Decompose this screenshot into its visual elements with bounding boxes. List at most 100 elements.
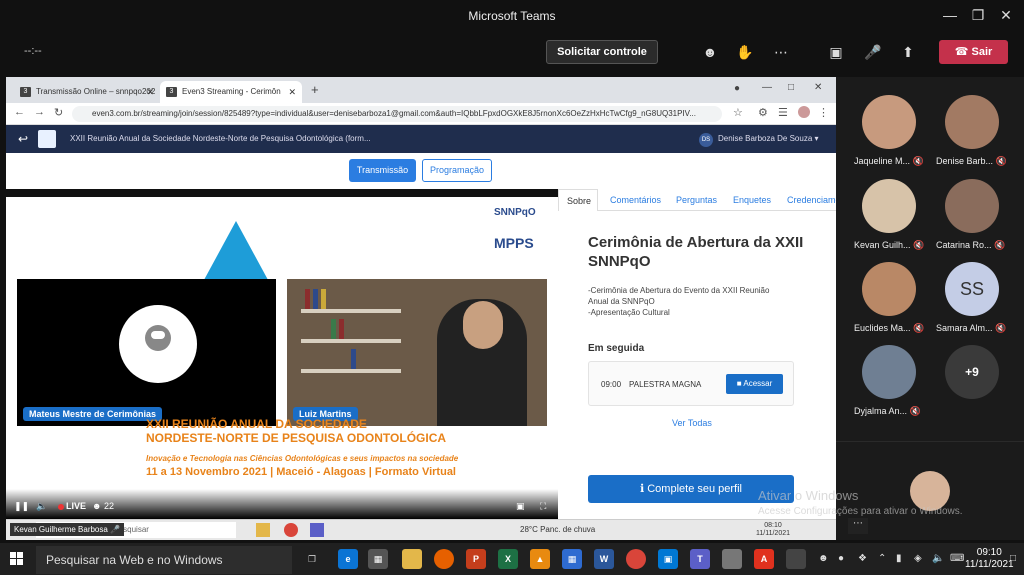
reading-list-icon[interactable]: ☰ xyxy=(778,106,788,119)
maximize-icon[interactable]: ❐ xyxy=(968,6,988,24)
share-screen-icon[interactable]: ⬆ xyxy=(897,41,919,63)
volume-icon[interactable]: 🔈 xyxy=(932,553,944,564)
taskbar-clock[interactable]: 09:10 11/11/2021 xyxy=(965,547,1014,571)
language-icon[interactable]: ⌨ xyxy=(950,553,964,564)
record-icon[interactable]: ● xyxy=(734,83,740,94)
next-heading: Em seguida xyxy=(588,343,645,354)
chrome-icon xyxy=(284,523,298,537)
back-icon[interactable]: ← xyxy=(14,106,25,118)
close-icon[interactable]: ✕ xyxy=(996,6,1016,24)
acrobat-icon[interactable]: A xyxy=(754,549,774,569)
self-options-icon[interactable]: ⋯ xyxy=(848,518,868,534)
tab-comments[interactable]: Comentários xyxy=(610,195,661,205)
participant-name-text: Kevan Guilh... xyxy=(854,240,911,250)
participant-name: Dyjalma An... 🔇 xyxy=(854,406,921,416)
see-all-link[interactable]: Ver Todas xyxy=(672,418,712,428)
tab-questions[interactable]: Perguntas xyxy=(676,195,717,205)
activation-watermark-sub: Acesse Configurações para ativar o Windo… xyxy=(758,506,963,517)
bluetooth-icon[interactable]: ❖ xyxy=(858,553,867,564)
video-player[interactable]: SNNPqO MPPS Mateus Mestre de Cerimônias … xyxy=(6,189,558,519)
vlc-icon[interactable]: ▲ xyxy=(530,549,550,569)
participant-avatar[interactable] xyxy=(945,179,999,233)
tab-accreditation[interactable]: Credenciamento xyxy=(787,195,836,205)
calculator-icon[interactable]: ▦ xyxy=(562,549,582,569)
browser-menu-icon[interactable]: ⋮ xyxy=(818,106,829,119)
desc-line: -Cerimônia de Abertura do Evento da XXII… xyxy=(588,286,770,295)
close-icon[interactable]: ✕ xyxy=(814,82,822,93)
taskbar-date: 11/11/2021 xyxy=(965,559,1014,570)
more-participants-button[interactable]: +9 xyxy=(945,345,999,399)
tab-label: Even3 Streaming - Cerimôn xyxy=(182,87,281,96)
minimize-icon[interactable]: — xyxy=(940,6,960,24)
back-arrow-icon[interactable]: ↩ xyxy=(18,132,28,146)
url-field[interactable]: even3.com.br/streaming/join/session/8254… xyxy=(72,106,722,122)
participant-avatar[interactable] xyxy=(945,95,999,149)
bookmark-star-icon[interactable]: ☆ xyxy=(733,106,743,119)
taskbar-search[interactable]: Pesquisar na Web e no Windows xyxy=(36,546,292,574)
participants-icon[interactable]: ☻ xyxy=(699,41,721,63)
app-icon[interactable] xyxy=(786,549,806,569)
tab-divider xyxy=(598,210,836,211)
pause-icon[interactable]: ❚❚ xyxy=(14,501,29,512)
minimize-icon[interactable]: — xyxy=(762,82,772,93)
participant-avatar[interactable] xyxy=(862,95,916,149)
photos-icon[interactable]: ▣ xyxy=(658,549,678,569)
forward-icon[interactable]: → xyxy=(34,106,45,118)
tab-about[interactable]: Sobre xyxy=(558,189,598,211)
user-name[interactable]: Denise Barboza De Souza ▾ xyxy=(700,134,819,143)
chrome-icon[interactable] xyxy=(626,549,646,569)
access-button[interactable]: ■ Acessar xyxy=(726,374,783,394)
participant-name-text: Denise Barb... xyxy=(936,156,994,166)
teams-icon[interactable]: T xyxy=(690,549,710,569)
battery-icon[interactable]: ▮ xyxy=(896,553,902,564)
program-tab-button[interactable]: Programação xyxy=(422,159,492,182)
store-icon[interactable]: ▦ xyxy=(368,549,388,569)
transmission-tab-button[interactable]: Transmissão xyxy=(349,159,416,182)
fullscreen-icon[interactable]: ⛶ xyxy=(540,501,546,512)
firefox-icon[interactable] xyxy=(434,549,454,569)
picture-in-picture-icon[interactable]: ▣ xyxy=(516,501,525,512)
video-top-border xyxy=(6,189,558,197)
participant-name: Catarina Ro... 🔇 xyxy=(936,240,1006,250)
close-tab-icon[interactable]: ✕ xyxy=(146,81,154,103)
tray-icon[interactable]: ● xyxy=(838,553,844,564)
extensions-icon[interactable]: ⚙ xyxy=(758,106,768,119)
windows-start-icon[interactable] xyxy=(10,552,24,566)
participant-avatar[interactable] xyxy=(862,262,916,316)
access-label: Acessar xyxy=(743,379,773,388)
participant-name: Samara Alm... 🔇 xyxy=(936,323,1007,333)
explorer-icon[interactable] xyxy=(402,549,422,569)
mic-off-icon[interactable]: 🎤 xyxy=(862,41,884,63)
new-tab-icon[interactable]: + xyxy=(311,82,319,97)
maximize-icon[interactable]: □ xyxy=(788,82,794,93)
tab-label: Transmissão Online – snnpqo202 xyxy=(36,87,156,96)
participant-avatar[interactable] xyxy=(862,179,916,233)
profile-avatar[interactable] xyxy=(798,106,810,118)
wifi-icon[interactable]: ◈ xyxy=(914,553,922,564)
participant-avatar[interactable] xyxy=(862,345,916,399)
leave-button[interactable]: ☎ Sair xyxy=(939,40,1008,64)
excel-icon[interactable]: X xyxy=(498,549,518,569)
people-icon[interactable]: ☻ xyxy=(818,553,829,564)
session-description: -Cerimônia de Abertura do Evento da XXII… xyxy=(588,285,769,318)
browser-tab-active[interactable]: 3 Even3 Streaming - Cerimôn ✕ xyxy=(160,81,302,103)
camera-off-icon[interactable]: ▣ xyxy=(825,41,847,63)
request-control-button[interactable]: Solicitar controle xyxy=(546,40,658,64)
app-icon[interactable] xyxy=(722,549,742,569)
task-view-icon[interactable]: ❐ xyxy=(302,549,322,569)
notifications-icon[interactable]: □ xyxy=(1010,553,1016,564)
participant-name-text: Samara Alm... xyxy=(936,323,993,333)
inner-clock: 08:10 11/11/2021 xyxy=(756,522,790,538)
reload-icon[interactable]: ↻ xyxy=(54,106,63,119)
more-options-icon[interactable]: ⋯ xyxy=(770,41,792,63)
participant-initials-avatar[interactable]: SS xyxy=(945,262,999,316)
volume-icon[interactable]: 🔈 xyxy=(36,501,47,512)
tab-polls[interactable]: Enquetes xyxy=(733,195,771,205)
reactions-icon[interactable]: ✋ xyxy=(734,41,756,63)
chevron-up-icon[interactable]: ⌃ xyxy=(878,553,886,564)
browser-tab[interactable]: 3 Transmissão Online – snnpqo202 ✕ xyxy=(14,81,160,103)
close-tab-icon[interactable]: ✕ xyxy=(288,81,296,103)
edge-icon[interactable]: e xyxy=(338,549,358,569)
word-icon[interactable]: W xyxy=(594,549,614,569)
powerpoint-icon[interactable]: P xyxy=(466,549,486,569)
